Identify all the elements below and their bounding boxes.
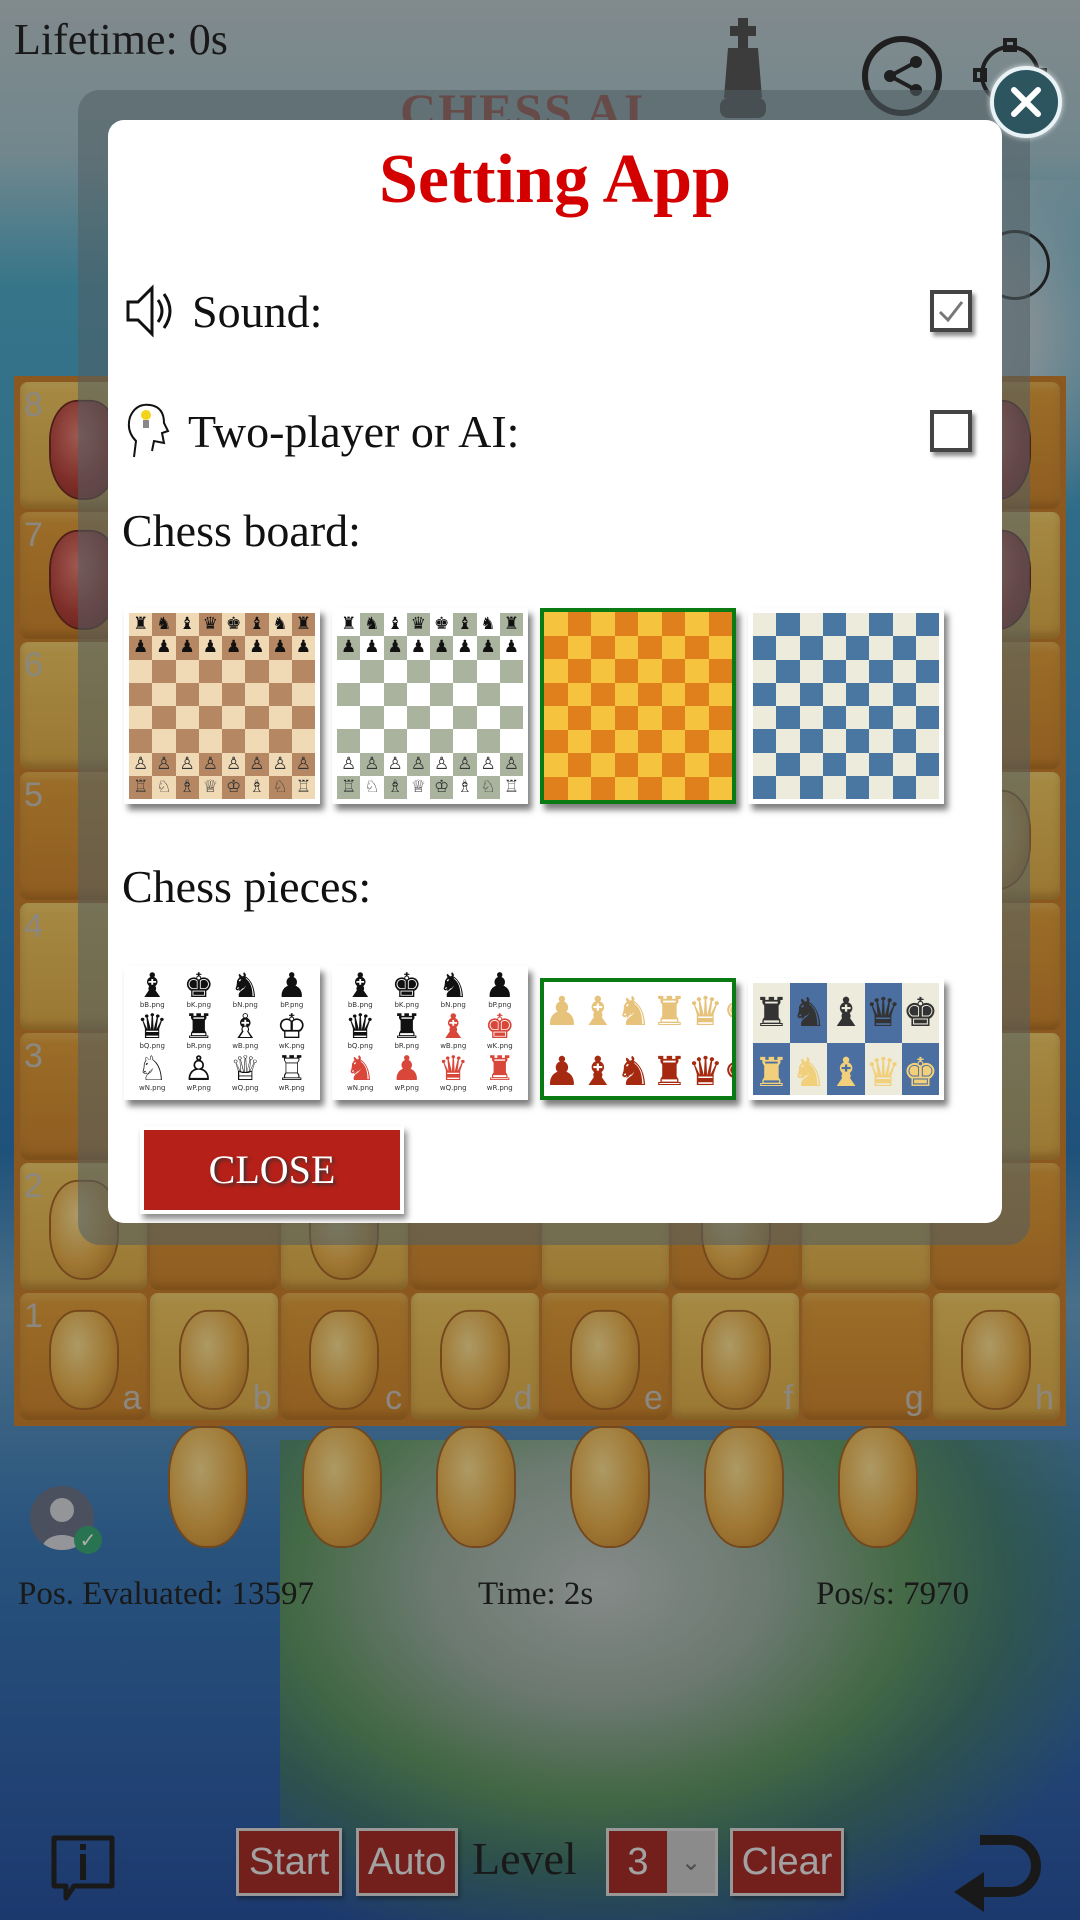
dialog-title: Setting App	[378, 141, 732, 218]
board-option-blue[interactable]	[748, 608, 944, 804]
head-lightbulb-icon	[127, 403, 170, 458]
settings-dialog: Setting App Sound: Two-player or AI: Che…	[108, 120, 1002, 1223]
close-icon	[1011, 87, 1041, 117]
dialog-close-x-button[interactable]	[990, 66, 1062, 138]
close-dialog-button[interactable]: CLOSE	[140, 1126, 404, 1214]
piece-option-outline[interactable]: ♝ bB.png ♚ bK.png ♞ bN.png ♟ bP.png ♛ bQ.png ♜ bR.p…	[124, 966, 320, 1100]
piece-option-red-black[interactable]: ♝ bB.png ♚ bK.png ♞ bN.png ♟ bP.png ♛ bQ.png ♜ bR.p…	[332, 966, 528, 1100]
speaker-icon	[126, 284, 172, 338]
two-player-checkbox[interactable]	[930, 410, 972, 452]
board-option-brown-classic[interactable]: ♜ ♞ ♝ ♛ ♚ ♝ ♞ ♜ ♟ ♟ ♟ ♟ ♟ ♟ ♟ ♟ ♙ ♙ ♙ ♙ ♙ ♙ ♙ ♙ ♖ ♘ ♗ ♕ ♔ ♗ ♘ ♖	[124, 608, 320, 804]
sound-checkbox[interactable]	[930, 290, 972, 332]
sound-label: Sound:	[192, 285, 323, 337]
two-player-row: Two-player or AI:	[124, 396, 1002, 466]
two-player-label: Two-player or AI:	[188, 405, 520, 457]
board-options: ♜ ♞ ♝ ♛ ♚ ♝ ♞ ♜ ♟ ♟ ♟ ♟ ♟ ♟ ♟ ♟ ♙ ♙ ♙ ♙ ♙ ♙ ♙ ♙ ♖ ♘ ♗ ♕ ♔ ♗ ♘ ♖ ♜ ♞ ♝ ♛ ♚ ♝ ♞ ♜…	[124, 608, 944, 804]
piece-option-wooden[interactable]: ♟♝♞♜♛♚ ♟♝♞♜♛♚	[540, 978, 736, 1100]
piece-option-staunton[interactable]: ♜ ♞ ♝ ♛ ♚ ♜ ♞ ♝ ♛ ♚	[748, 978, 944, 1100]
piece-options: ♝ bB.png ♚ bK.png ♞ bN.png ♟ bP.png ♛ bQ.png ♜ bR.p…	[124, 966, 944, 1100]
board-option-green-gray[interactable]: ♜ ♞ ♝ ♛ ♚ ♝ ♞ ♜ ♟ ♟ ♟ ♟ ♟ ♟ ♟ ♟ ♙ ♙ ♙ ♙ ♙ ♙ ♙ ♙ ♖ ♘ ♗ ♕ ♔ ♗ ♘ ♖	[332, 608, 528, 804]
chess-pieces-heading: Chess pieces:	[122, 861, 372, 912]
sound-row: Sound:	[124, 276, 1002, 346]
board-option-wood[interactable]	[540, 608, 736, 804]
chess-board-heading: Chess board:	[122, 505, 361, 556]
checkmark-icon	[938, 301, 964, 323]
